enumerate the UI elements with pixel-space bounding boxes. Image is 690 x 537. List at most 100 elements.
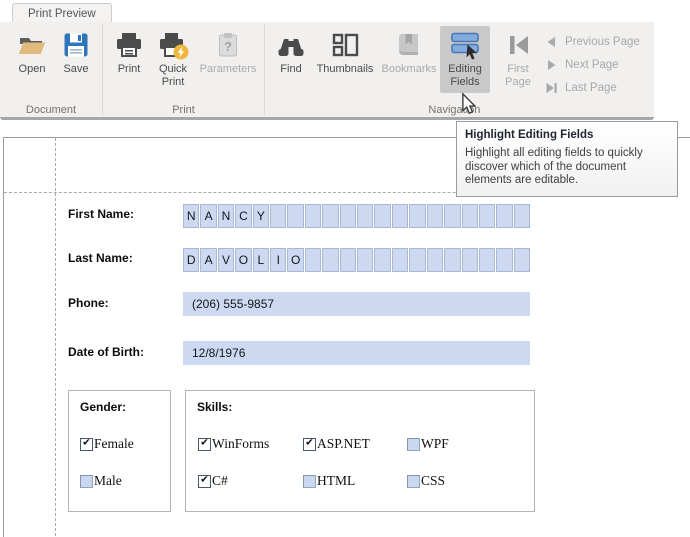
comb-cell[interactable]	[427, 248, 443, 272]
comb-cell[interactable]	[305, 204, 321, 228]
css-checkbox[interactable]: ✔	[407, 475, 420, 488]
date-of-birth-field[interactable]: 12/8/1976	[183, 341, 530, 365]
editing-fields-icon	[449, 29, 481, 61]
wpf-checkbox[interactable]: ✔	[407, 438, 420, 451]
comb-cell[interactable]: V	[218, 248, 234, 272]
group-label-navigation: Navigation	[265, 104, 644, 116]
open-button[interactable]: Open	[10, 26, 54, 93]
date-of-birth-label: Date of Birth:	[68, 345, 144, 359]
last-page-label: Last Page	[565, 82, 617, 94]
comb-cell[interactable]	[357, 204, 373, 228]
page-nav-stack: Previous Page Next Page Last Page	[539, 26, 640, 94]
comb-cell[interactable]: I	[270, 248, 286, 272]
aspnet-label: ASP.NET	[317, 436, 370, 452]
skills-groupbox: Skills: ✔ WinForms ✔ ASP.NET ✔ WPF ✔ C# …	[185, 390, 535, 512]
comb-cell[interactable]: A	[200, 248, 216, 272]
phone-label: Phone:	[68, 296, 109, 310]
comb-cell[interactable]	[340, 204, 356, 228]
skill-option-css[interactable]: ✔ CSS	[407, 473, 445, 489]
comb-cell[interactable]: D	[183, 248, 199, 272]
save-button[interactable]: Save	[54, 26, 98, 93]
gender-option-male[interactable]: ✔ Male	[80, 473, 122, 489]
comb-cell[interactable]	[444, 248, 460, 272]
find-label: Find	[280, 63, 301, 76]
winforms-checkbox[interactable]: ✔	[198, 438, 211, 451]
first-name-label: First Name:	[68, 207, 134, 221]
comb-cell[interactable]	[409, 248, 425, 272]
comb-cell[interactable]	[462, 204, 478, 228]
comb-cell[interactable]	[462, 248, 478, 272]
previous-page-icon	[545, 36, 558, 48]
comb-cell[interactable]	[374, 204, 390, 228]
comb-cell[interactable]	[322, 248, 338, 272]
tab-print-preview[interactable]: Print Preview	[12, 3, 112, 23]
gender-groupbox: Gender: ✔ Female ✔ Male	[68, 390, 171, 512]
first-page-icon	[502, 29, 534, 61]
thumbnails-icon	[329, 29, 361, 61]
save-label: Save	[63, 63, 88, 76]
comb-cell[interactable]: N	[218, 204, 234, 228]
tooltip-title: Highlight Editing Fields	[465, 129, 669, 141]
csharp-checkbox[interactable]: ✔	[198, 475, 211, 488]
last-name-field[interactable]: DAVOLIO	[183, 248, 530, 272]
comb-cell[interactable]	[270, 204, 286, 228]
bookmarks-book-icon	[393, 29, 425, 61]
comb-cell[interactable]: C	[235, 204, 251, 228]
parameters-label: Parameters	[200, 63, 257, 76]
skill-option-wpf[interactable]: ✔ WPF	[407, 436, 449, 452]
comb-cell[interactable]	[392, 248, 408, 272]
find-button[interactable]: Find	[270, 26, 312, 93]
editing-fields-button[interactable]: Editing Fields	[440, 26, 490, 93]
comb-cell[interactable]	[322, 204, 338, 228]
comb-cell[interactable]	[479, 204, 495, 228]
phone-field[interactable]: (206) 555-9857	[183, 292, 530, 316]
skill-option-winforms[interactable]: ✔ WinForms	[198, 436, 269, 452]
aspnet-checkbox[interactable]: ✔	[303, 438, 316, 451]
html-label: HTML	[317, 473, 355, 489]
comb-cell[interactable]	[392, 204, 408, 228]
tooltip-body: Highlight all editing fields to quickly …	[465, 147, 667, 188]
comb-cell[interactable]: N	[183, 204, 199, 228]
male-checkbox[interactable]: ✔	[80, 475, 93, 488]
quick-print-button[interactable]: Quick Print	[150, 26, 196, 93]
comb-cell[interactable]: A	[200, 204, 216, 228]
parameters-button: ? Parameters	[196, 26, 260, 93]
comb-cell[interactable]: L	[253, 248, 269, 272]
comb-cell[interactable]	[514, 204, 530, 228]
first-page-label: First Page	[497, 63, 539, 88]
skill-option-aspnet[interactable]: ✔ ASP.NET	[303, 436, 370, 452]
css-label: CSS	[421, 473, 445, 489]
mouse-cursor-icon	[461, 92, 476, 117]
comb-cell[interactable]: O	[287, 248, 303, 272]
group-label-document: Document	[0, 104, 102, 116]
comb-cell[interactable]: Y	[253, 204, 269, 228]
html-checkbox[interactable]: ✔	[303, 475, 316, 488]
ribbon: Open Save Document	[0, 22, 654, 120]
first-name-field[interactable]: NANCY	[183, 204, 530, 228]
comb-cell[interactable]	[514, 248, 530, 272]
comb-cell[interactable]	[427, 204, 443, 228]
open-label: Open	[19, 63, 46, 76]
print-button[interactable]: Print	[108, 26, 150, 93]
next-page-button: Next Page	[545, 59, 640, 71]
page-margin-line-left	[55, 138, 56, 536]
comb-cell[interactable]	[444, 204, 460, 228]
comb-cell[interactable]	[409, 204, 425, 228]
comb-cell[interactable]	[374, 248, 390, 272]
csharp-label: C#	[212, 473, 228, 489]
comb-cell[interactable]	[305, 248, 321, 272]
comb-cell[interactable]	[496, 248, 512, 272]
thumbnails-button[interactable]: Thumbnails	[312, 26, 378, 93]
male-label: Male	[94, 473, 122, 489]
comb-cell[interactable]	[479, 248, 495, 272]
gender-option-female[interactable]: ✔ Female	[80, 436, 134, 452]
female-checkbox[interactable]: ✔	[80, 438, 93, 451]
comb-cell[interactable]	[340, 248, 356, 272]
winforms-label: WinForms	[212, 436, 269, 452]
comb-cell[interactable]	[357, 248, 373, 272]
skill-option-csharp[interactable]: ✔ C#	[198, 473, 228, 489]
comb-cell[interactable]: O	[235, 248, 251, 272]
skill-option-html[interactable]: ✔ HTML	[303, 473, 355, 489]
comb-cell[interactable]	[496, 204, 512, 228]
comb-cell[interactable]	[287, 204, 303, 228]
